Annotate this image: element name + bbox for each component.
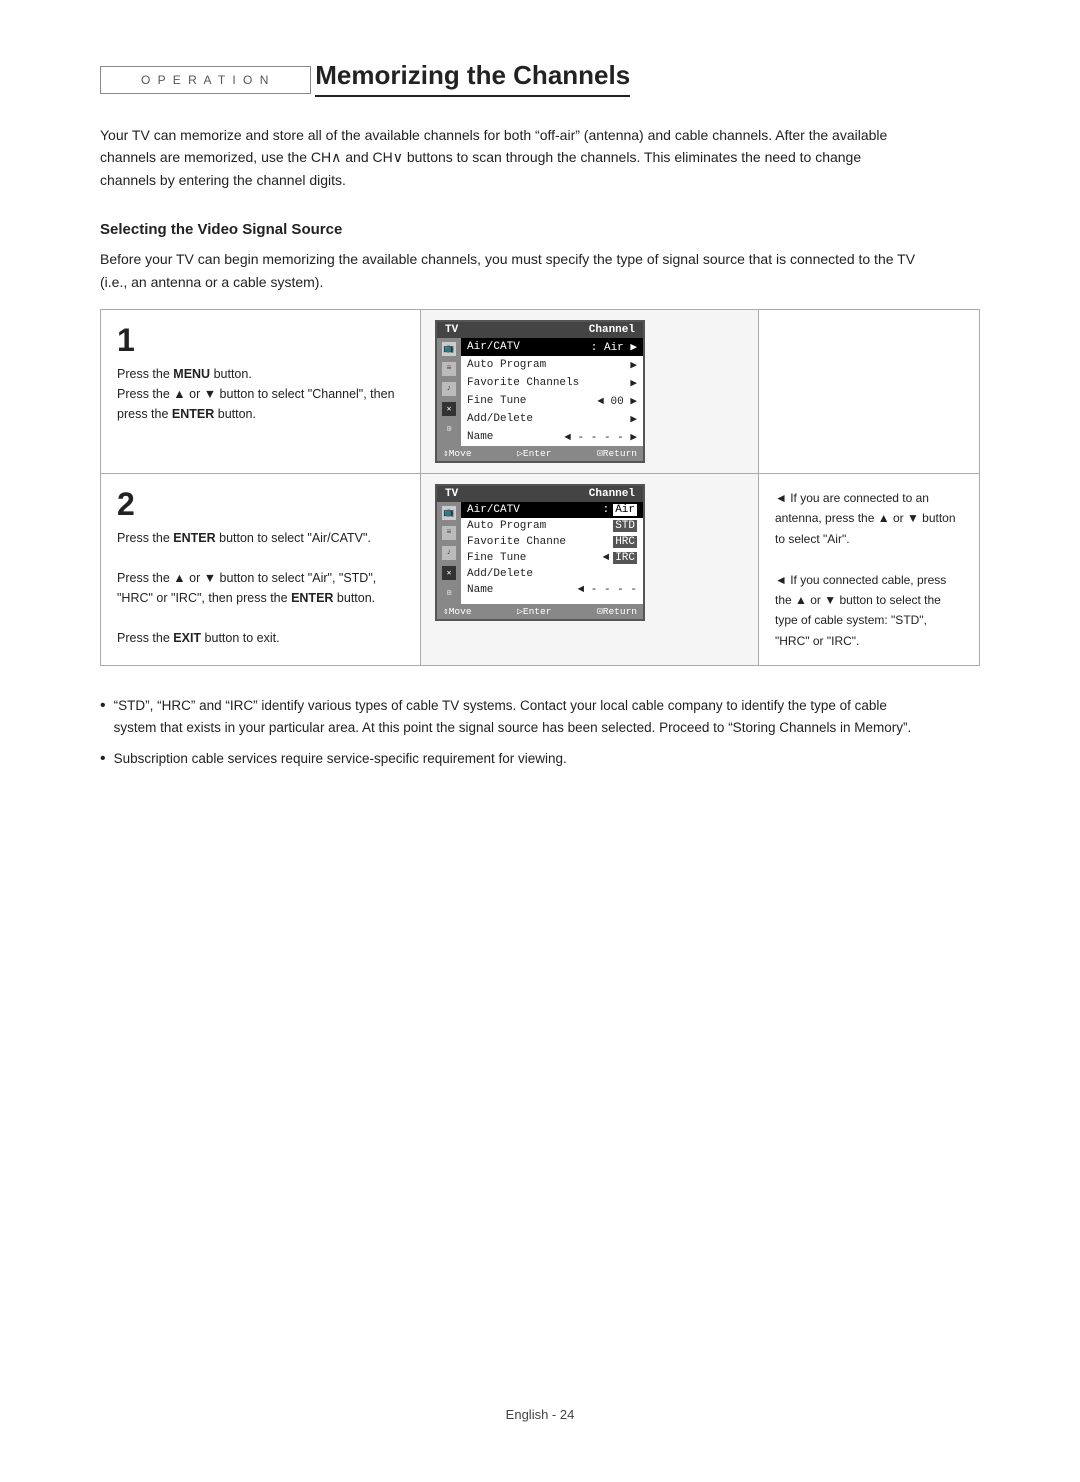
footer-return: ⊡Return bbox=[597, 448, 637, 459]
step-2-right: ◄ If you are connected to an antenna, pr… bbox=[759, 474, 979, 665]
menu-item-autoprog-1: Auto Program ▶ bbox=[461, 356, 643, 374]
menu-item-label: Name bbox=[467, 431, 493, 443]
tv-icon-speaker-2: ♪ bbox=[442, 546, 456, 560]
tv-menu-2-icons: 📺 ≡ ♪ ✕ ⊞ bbox=[437, 502, 461, 604]
step-1-number: 1 bbox=[117, 324, 404, 356]
menu-item-label: Air/CATV bbox=[467, 504, 520, 516]
menu-item-label: Name bbox=[467, 584, 493, 596]
note-item-2: • Subscription cable services require se… bbox=[100, 748, 920, 770]
tv-icon-x: ✕ bbox=[442, 402, 456, 416]
step-2-hint-1: ◄ If you are connected to an antenna, pr… bbox=[775, 488, 963, 549]
tv-menu-1-header-right: Channel bbox=[589, 324, 635, 336]
menu-item-label: Auto Program bbox=[467, 359, 546, 371]
tv-menu-1-body: 📺 ≡ ♪ ✕ ⊞ Air/CATV : Air ▶ Auto Program bbox=[437, 338, 643, 446]
menu-item-favorites-2: Favorite Channe HRC bbox=[461, 534, 643, 550]
menu-item-label: Favorite Channe bbox=[467, 536, 566, 548]
menu-item-adddelete-1: Add/Delete ▶ bbox=[461, 410, 643, 428]
footer-return-2: ⊡Return bbox=[597, 606, 637, 617]
menu-item-value: ◄ - - - - ▶ bbox=[564, 430, 637, 444]
menu-item-aircatv-1: Air/CATV : Air ▶ bbox=[461, 338, 643, 356]
section-subtext: Before your TV can begin memorizing the … bbox=[100, 248, 920, 293]
menu-item-value: STD bbox=[613, 520, 637, 532]
menu-item-label: Air/CATV bbox=[467, 341, 520, 353]
tv-menu-2-items: Air/CATV : Air Auto Program STD Favorite… bbox=[461, 502, 643, 604]
step-1-text: Press the MENU button. Press the ▲ or ▼ … bbox=[117, 364, 404, 424]
step-2-left: 2 Press the ENTER button to select "Air/… bbox=[101, 474, 421, 665]
step-2-text: Press the ENTER button to select "Air/CA… bbox=[117, 528, 404, 648]
note-bullet-1: • bbox=[100, 695, 106, 738]
tv-menu-1-header: TV Channel bbox=[437, 322, 643, 338]
page-title: Memorizing the Channels bbox=[315, 60, 630, 97]
tv-icon-antenna: 📺 bbox=[442, 342, 456, 356]
menu-item-aircatv-2: Air/CATV : Air bbox=[461, 502, 643, 518]
menu-item-arrow: ▶ bbox=[630, 376, 637, 390]
menu-item-value: ◄ - - - - bbox=[578, 584, 637, 596]
tv-icon-grid-2: ⊞ bbox=[442, 586, 456, 600]
footer-enter-2: ▷Enter bbox=[517, 606, 551, 617]
tv-menu-2-body: 📺 ≡ ♪ ✕ ⊞ Air/CATV : Air Auto Program bbox=[437, 502, 643, 604]
page-footer: English - 24 bbox=[0, 1407, 1080, 1422]
tv-icon-signal: ≡ bbox=[442, 362, 456, 376]
note-text-1: “STD”, “HRC” and “IRC” identify various … bbox=[114, 695, 920, 738]
menu-item-label: Auto Program bbox=[467, 520, 546, 532]
menu-item-finetune-1: Fine Tune ◄ 00 ▶ bbox=[461, 392, 643, 410]
tv-menu-1-header-left: TV bbox=[445, 324, 458, 336]
note-text-2: Subscription cable services require serv… bbox=[114, 748, 567, 770]
tv-menu-1: TV Channel 📺 ≡ ♪ ✕ ⊞ Air/CATV : Air ▶ bbox=[435, 320, 645, 463]
tv-menu-1-icons: 📺 ≡ ♪ ✕ ⊞ bbox=[437, 338, 461, 446]
step-2-menu: TV Channel 📺 ≡ ♪ ✕ ⊞ Air/CATV : Air bbox=[421, 474, 759, 665]
menu-item-label: Add/Delete bbox=[467, 413, 533, 425]
tv-icon-x-2: ✕ bbox=[442, 566, 456, 580]
tv-menu-2-header-right: Channel bbox=[589, 488, 635, 500]
menu-item-value: : Air bbox=[603, 504, 637, 516]
step-2-number: 2 bbox=[117, 488, 404, 520]
menu-item-name-1: Name ◄ - - - - ▶ bbox=[461, 428, 643, 446]
menu-item-label: Fine Tune bbox=[467, 552, 526, 564]
tv-menu-2-header: TV Channel bbox=[437, 486, 643, 502]
tv-icon-antenna-2: 📺 bbox=[442, 506, 456, 520]
steps-container: 1 Press the MENU button. Press the ▲ or … bbox=[100, 309, 980, 665]
menu-item-adddelete-2: Add/Delete bbox=[461, 566, 643, 582]
step-1-right bbox=[759, 310, 979, 473]
page-number: English - 24 bbox=[506, 1407, 575, 1422]
menu-item-favorites-1: Favorite Channels ▶ bbox=[461, 374, 643, 392]
menu-item-value: HRC bbox=[613, 536, 637, 548]
tv-menu-2: TV Channel 📺 ≡ ♪ ✕ ⊞ Air/CATV : Air bbox=[435, 484, 645, 621]
footer-enter: ▷Enter bbox=[517, 448, 551, 459]
tv-icon-grid: ⊞ bbox=[442, 422, 456, 436]
note-bullet-2: • bbox=[100, 748, 106, 770]
note-item-1: • “STD”, “HRC” and “IRC” identify variou… bbox=[100, 695, 920, 738]
tv-menu-1-footer: ⇕Move ▷Enter ⊡Return bbox=[437, 446, 643, 461]
menu-item-label: Add/Delete bbox=[467, 568, 533, 580]
step-1-menu: TV Channel 📺 ≡ ♪ ✕ ⊞ Air/CATV : Air ▶ bbox=[421, 310, 759, 473]
footer-move: ⇕Move bbox=[443, 448, 472, 459]
notes-section: • “STD”, “HRC” and “IRC” identify variou… bbox=[100, 695, 980, 771]
tv-icon-speaker: ♪ bbox=[442, 382, 456, 396]
menu-item-value: ◄ 00 ▶ bbox=[597, 394, 637, 408]
step-2-hint-2: ◄ If you connected cable, press the ▲ or… bbox=[775, 570, 963, 652]
tv-menu-2-footer: ⇕Move ▷Enter ⊡Return bbox=[437, 604, 643, 619]
menu-item-arrow: ▶ bbox=[630, 412, 637, 426]
tv-menu-1-items: Air/CATV : Air ▶ Auto Program ▶ Favorite… bbox=[461, 338, 643, 446]
menu-item-name-2: Name ◄ - - - - bbox=[461, 582, 643, 598]
menu-item-value: ◄ IRC bbox=[603, 552, 637, 564]
step-1-left: 1 Press the MENU button. Press the ▲ or … bbox=[101, 310, 421, 473]
footer-move-2: ⇕Move bbox=[443, 606, 472, 617]
menu-item-autoprog-2: Auto Program STD bbox=[461, 518, 643, 534]
step-1-row: 1 Press the MENU button. Press the ▲ or … bbox=[100, 309, 980, 474]
step-2-row: 2 Press the ENTER button to select "Air/… bbox=[100, 473, 980, 666]
menu-item-label: Favorite Channels bbox=[467, 377, 579, 389]
menu-item-value: : Air ▶ bbox=[591, 340, 637, 354]
operation-header: O P E R A T I O N bbox=[100, 66, 311, 94]
menu-item-label: Fine Tune bbox=[467, 395, 526, 407]
tv-icon-signal-2: ≡ bbox=[442, 526, 456, 540]
menu-item-finetune-2: Fine Tune ◄ IRC bbox=[461, 550, 643, 566]
intro-text: Your TV can memorize and store all of th… bbox=[100, 124, 920, 191]
menu-item-arrow: ▶ bbox=[630, 358, 637, 372]
section-heading: Selecting the Video Signal Source bbox=[100, 221, 980, 238]
tv-menu-2-header-left: TV bbox=[445, 488, 458, 500]
